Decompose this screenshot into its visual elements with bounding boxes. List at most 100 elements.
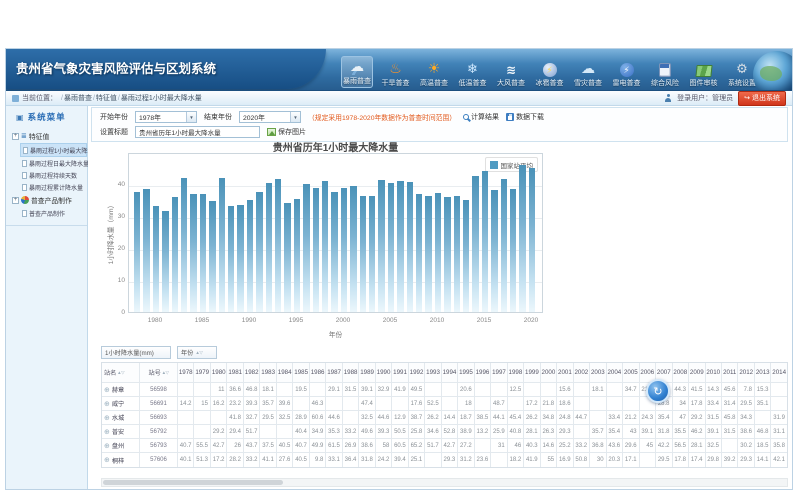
chart-bar-1985 [200, 194, 206, 312]
toolbar-item-3[interactable]: ☀高温普查 [418, 60, 450, 88]
year-column-header: 1996 [475, 363, 491, 382]
year-column-header: 1981 [227, 363, 243, 382]
value-cell: 33.4 [607, 411, 623, 424]
value-cell [491, 383, 507, 396]
sidebar-item-暴雨过程累计降水量[interactable]: 暴雨过程累计降水量 [20, 181, 87, 193]
toolbar-item-4[interactable]: ❄低温普查 [457, 60, 489, 88]
toolbar-item-7[interactable]: ☁雪灾普查 [572, 60, 604, 88]
row-expand-icon[interactable]: ⊕ [104, 414, 110, 422]
logout-button[interactable]: ↪ 退出系统 [738, 91, 786, 106]
chart-bar-1994 [284, 203, 290, 312]
breadcrumb-item[interactable]: 暴雨过程1小时最大降水量 [121, 95, 202, 102]
year-column-header: 1989 [359, 363, 375, 382]
year-column-header: 1987 [326, 363, 342, 382]
calc-result-button[interactable]: 计算结果 [463, 112, 499, 122]
value-cell: 18.7 [458, 411, 474, 424]
toolbar-item-10[interactable]: 图件审核 [688, 60, 720, 88]
breadcrumb-label: 当前位置： [22, 93, 57, 103]
year-column-header: 1984 [277, 363, 293, 382]
map-icon [696, 60, 712, 77]
toolbar-item-2[interactable]: ♨干旱普查 [380, 60, 412, 88]
chart-bar-2008 [416, 194, 422, 312]
value-cell [574, 425, 590, 438]
data-download-button[interactable]: 数据下载 [506, 112, 544, 122]
tree-expand-icon[interactable]: + [12, 133, 19, 140]
value-cell: 33.2 [343, 425, 359, 438]
chart-bar-1993 [275, 179, 281, 312]
value-cell: 41.8 [227, 411, 243, 424]
value-cell [722, 439, 738, 452]
main-panel: 开始年份 1978年 ▼ 结束年份 2020年 ▼ （规定采用1978-2020… [88, 106, 792, 489]
value-cell: 38.7 [409, 411, 425, 424]
sidebar-item-普查产品制作[interactable]: 普查产品制作 [20, 207, 87, 219]
floating-widget-icon[interactable]: ↻ [646, 379, 670, 403]
year-column-header: 1993 [425, 363, 441, 382]
chevron-down-icon: ▼ [186, 112, 196, 122]
value-cell [293, 397, 309, 410]
sidebar-item-暴雨过程日最大降水量[interactable]: 暴雨过程日最大降水量 [20, 157, 87, 169]
rain-cloud-icon: ☁∕∕∕ [350, 58, 364, 75]
value-cell: 31.9 [771, 411, 786, 424]
row-expand-icon[interactable]: ⊕ [104, 386, 110, 394]
sidebar-item-暴雨过程1小时最大降水量[interactable]: 暴雨过程1小时最大降水量 [20, 143, 87, 157]
row-expand-icon[interactable]: ⊕ [104, 400, 110, 408]
sun-icon: ☀ [428, 60, 441, 77]
value-cell: 25.2 [557, 439, 573, 452]
toolbar-item-6[interactable]: ⚡冰雹普查 [534, 60, 566, 88]
chart-bar-2004 [378, 180, 384, 312]
value-cell: 35.7 [260, 397, 276, 410]
calculator-icon [659, 60, 671, 77]
tree-expand-icon[interactable]: + [12, 197, 19, 204]
hail-icon: ⚡ [543, 60, 557, 77]
menu-grid-icon: ▣ [16, 113, 25, 122]
toolbar-item-5[interactable]: ≋大风普查 [495, 60, 527, 88]
value-cell: 17.1 [623, 453, 639, 467]
value-cell: 29.5 [738, 397, 754, 410]
measure-filter-select[interactable]: 1小时降水量(mm) [101, 346, 171, 359]
value-cell: 38.9 [458, 425, 474, 438]
toolbar-item-9[interactable]: 综合风险 [649, 60, 681, 88]
chart-bar-2003 [369, 196, 375, 312]
toolbar-item-1[interactable]: ☁∕∕∕暴雨普查 [341, 56, 373, 88]
sidebar-group-普查产品制作[interactable]: +普查产品制作 [6, 193, 87, 207]
station-name-header[interactable]: 站名 ▲▽ [102, 363, 140, 382]
chart-gridline [129, 186, 542, 187]
year-sort-control[interactable]: 年份 ▲▽ [177, 346, 217, 359]
value-cell [475, 439, 491, 452]
row-expand-icon[interactable]: ⊕ [104, 442, 110, 450]
value-cell: 27.2 [458, 439, 474, 452]
row-expand-icon[interactable]: ⊕ [104, 456, 110, 464]
station-id-header[interactable]: 站号 ▲▽ [140, 363, 178, 382]
value-cell [475, 383, 491, 396]
breadcrumb-item[interactable]: 暴雨普查 [64, 95, 92, 102]
sidebar-group-特征值[interactable]: +≣特征值 [6, 129, 87, 143]
breadcrumb-item[interactable]: 特征值 [96, 95, 117, 102]
value-cell: 33.4 [706, 397, 722, 410]
value-cell: 29.5 [656, 453, 672, 467]
chart-bar-1996 [303, 184, 309, 312]
sort-arrows-icon: ▲▽ [161, 370, 169, 376]
toolbar-item-8[interactable]: ⚡雷电普查 [611, 60, 643, 88]
scrollbar-thumb[interactable] [103, 480, 283, 485]
value-cell: 33.1 [326, 453, 342, 467]
value-cell [260, 425, 276, 438]
value-cell: 11 [211, 383, 227, 396]
year-column-header: 1986 [310, 363, 326, 382]
value-cell: 34.9 [310, 425, 326, 438]
start-year-select[interactable]: 1978年 ▼ [135, 111, 197, 123]
value-cell: 41.9 [524, 453, 540, 467]
value-cell: 40.4 [293, 425, 309, 438]
value-cell [623, 397, 639, 410]
value-cell [771, 397, 786, 410]
chart-x-tick: 2010 [424, 317, 450, 324]
chart-bar-2007 [407, 182, 413, 312]
end-year-select[interactable]: 2020年 ▼ [239, 111, 301, 123]
chart-bar-2006 [397, 181, 403, 312]
chart-bar-1988 [228, 206, 234, 312]
table-row-盘州: ⊕盘州5679340.755.542.72643.737.540.540.749… [102, 439, 787, 453]
table-row-威宁: ⊕威宁5669114.21516.223.239.335.739.646.347… [102, 397, 787, 411]
sidebar-item-暴雨过程持续天数[interactable]: 暴雨过程持续天数 [20, 169, 87, 181]
value-cell: 14.4 [442, 411, 458, 424]
value-cell: 35.3 [326, 425, 342, 438]
row-expand-icon[interactable]: ⊕ [104, 428, 110, 436]
